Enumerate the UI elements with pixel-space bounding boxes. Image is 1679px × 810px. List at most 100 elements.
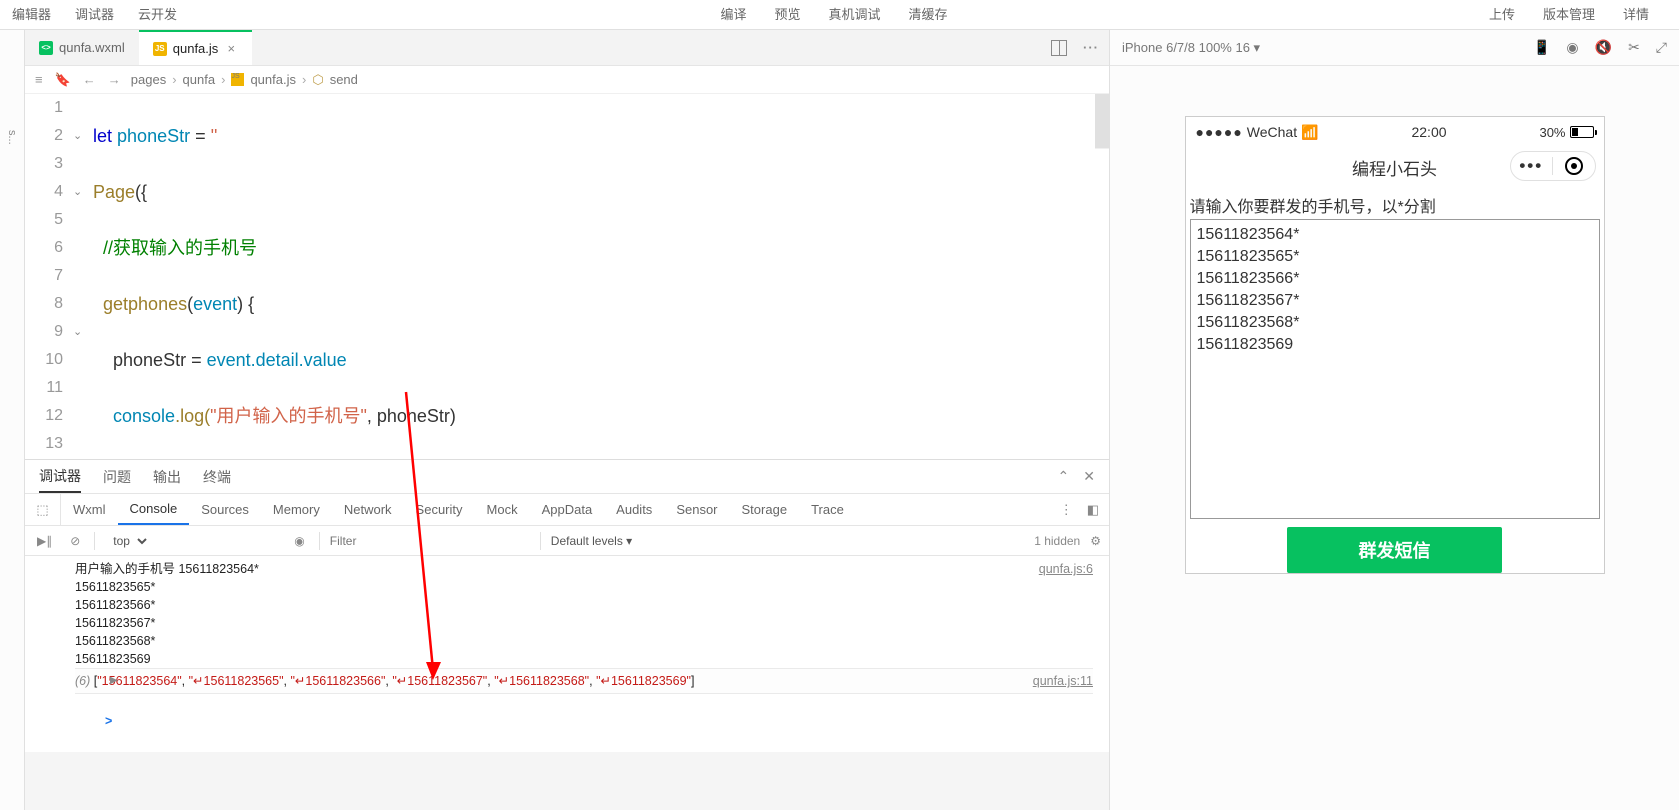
nav-forward-icon[interactable]: → <box>108 72 121 87</box>
cut-icon[interactable]: ✂ <box>1628 39 1640 56</box>
devtab-console[interactable]: Console <box>118 494 190 525</box>
devtab-wxml[interactable]: Wxml <box>61 494 118 525</box>
capsule-menu-button[interactable]: ••• <box>1511 156 1553 176</box>
console-toolbar: ▶∥ ⊘ top ◉ Default levels ▾ 1 hidden ⚙ <box>25 526 1109 556</box>
tab-output[interactable]: 输出 <box>153 460 181 493</box>
console-body[interactable]: qunfa.js:6 用户输入的手机号 15611823564* 1561182… <box>25 556 1109 752</box>
editor-column: <> qunfa.wxml JS qunfa.js × ··· ≡ 🔖 ← <box>25 30 1109 810</box>
tab-problems[interactable]: 问题 <box>103 460 131 493</box>
top-right-group: 上传 版本管理 详情 <box>1479 0 1679 29</box>
breadcrumb-pages[interactable]: pages <box>131 72 166 87</box>
gear-icon[interactable]: ⚙ <box>1090 534 1101 548</box>
left-sidebar[interactable]: s... <box>0 30 25 810</box>
console-log-line: 15611823569 <box>75 650 1093 668</box>
top-center-group: 编译 预览 真机调试 清缓存 <box>189 0 1479 29</box>
devtools-tabs: ⬚ Wxml Console Sources Memory Network Se… <box>25 494 1109 526</box>
action-clear-cache[interactable]: 清缓存 <box>899 0 958 30</box>
capsule-close-button[interactable] <box>1553 157 1595 175</box>
action-version[interactable]: 版本管理 <box>1533 0 1605 30</box>
devtab-security[interactable]: Security <box>404 494 475 525</box>
navigation-bar: 编程小石头 ••• <box>1186 147 1604 187</box>
action-preview[interactable]: 预览 <box>764 0 810 30</box>
bookmark-icon[interactable]: 🔖 <box>55 72 71 88</box>
context-select[interactable]: top <box>105 531 150 551</box>
expand-icon[interactable]: ⤢ <box>1656 39 1667 56</box>
nav-title: 编程小石头 <box>1352 155 1437 180</box>
action-upload[interactable]: 上传 <box>1479 0 1525 30</box>
record-icon[interactable]: ◉ <box>1566 39 1578 56</box>
js-file-icon: JS <box>231 73 244 86</box>
main-area: s... <> qunfa.wxml JS qunfa.js × ··· <box>0 30 1679 810</box>
mute-icon[interactable]: 🔇 <box>1595 39 1612 56</box>
menu-editor[interactable]: 编辑器 <box>0 0 63 30</box>
breadcrumb-separator: › <box>302 72 306 87</box>
tab-terminal[interactable]: 终端 <box>203 460 231 493</box>
battery-percent: 30% <box>1539 125 1565 140</box>
console-log-line: 用户输入的手机号 15611823564* <box>75 560 1093 578</box>
bulk-send-button[interactable]: 群发短信 <box>1287 527 1502 573</box>
top-toolbar: 编辑器 调试器 云开发 编译 预览 真机调试 清缓存 上传 版本管理 详情 <box>0 0 1679 30</box>
code-editor[interactable]: 12345678910111213 ⌄⌄⌄ let phoneStr = '' … <box>25 94 1109 459</box>
battery-icon <box>1570 126 1594 138</box>
console-array-line[interactable]: ▶ qunfa.js:11 (6) ["15611823564", "↵1561… <box>75 668 1093 694</box>
devtab-network[interactable]: Network <box>332 494 404 525</box>
breadcrumb-icons: ≡ 🔖 ← → <box>35 72 121 88</box>
top-left-group: 编辑器 调试器 云开发 <box>0 0 189 29</box>
tab-debugger[interactable]: 调试器 <box>39 460 81 493</box>
clear-console-icon[interactable]: ⊘ <box>66 534 84 548</box>
devtab-audits[interactable]: Audits <box>604 494 664 525</box>
console-log-line: 15611823566* <box>75 596 1093 614</box>
devtools-dock-icon[interactable]: ◧ <box>1087 502 1099 518</box>
tab-label: qunfa.wxml <box>59 40 125 55</box>
list-icon[interactable]: ≡ <box>35 72 43 87</box>
inspect-element-icon[interactable]: ⬚ <box>25 494 61 525</box>
phone-textarea[interactable]: 15611823564* 15611823565* 15611823566* 1… <box>1190 219 1600 519</box>
carrier-label: WeChat <box>1247 124 1297 140</box>
devtab-storage[interactable]: Storage <box>730 494 800 525</box>
minimap-scrollbar[interactable] <box>1095 94 1109 459</box>
breadcrumb-qunfa[interactable]: qunfa <box>183 72 216 87</box>
breadcrumb-bar: ≡ 🔖 ← → pages › qunfa › JS qunfa.js › ⬡ … <box>25 66 1109 94</box>
more-actions-icon[interactable]: ··· <box>1083 40 1099 55</box>
tab-qunfa-js[interactable]: JS qunfa.js × <box>139 30 253 65</box>
device-frame-icon[interactable]: 📱 <box>1533 39 1550 56</box>
filter-input[interactable] <box>330 534 530 548</box>
devtab-sources[interactable]: Sources <box>189 494 261 525</box>
close-icon[interactable]: × <box>224 42 238 56</box>
log-levels-select[interactable]: Default levels ▾ <box>551 534 632 548</box>
log-source-link[interactable]: qunfa.js:6 <box>1039 560 1093 578</box>
split-editor-icon[interactable] <box>1051 40 1067 56</box>
devtools-kebab-icon[interactable]: ⋮ <box>1060 502 1073 518</box>
log-source-link[interactable]: qunfa.js:11 <box>1033 672 1093 690</box>
console-log-line: 15611823568* <box>75 632 1093 650</box>
eye-icon[interactable]: ◉ <box>290 534 308 548</box>
nav-back-icon[interactable]: ← <box>83 72 96 87</box>
breadcrumb-symbol[interactable]: send <box>330 72 358 87</box>
breadcrumb-file[interactable]: qunfa.js <box>250 72 296 87</box>
tabs-right-actions: ··· <box>1051 40 1109 56</box>
app-root: 编辑器 调试器 云开发 编译 预览 真机调试 清缓存 上传 版本管理 详情 s.… <box>0 0 1679 810</box>
devtab-sensor[interactable]: Sensor <box>664 494 729 525</box>
tab-qunfa-wxml[interactable]: <> qunfa.wxml <box>25 30 139 65</box>
console-sidebar-icon[interactable]: ▶∥ <box>33 534 56 548</box>
js-file-icon: JS <box>153 42 167 56</box>
menu-cloud-dev[interactable]: 云开发 <box>126 0 189 30</box>
menu-debugger[interactable]: 调试器 <box>63 0 126 30</box>
expand-triangle-icon[interactable]: ▶ <box>110 672 118 690</box>
signal-icon: ●●●●● <box>1196 124 1243 140</box>
action-remote-debug[interactable]: 真机调试 <box>819 0 891 30</box>
status-bar: ●●●●● WeChat 📶 22:00 30% <box>1186 117 1604 147</box>
close-icon[interactable]: ✕ <box>1083 468 1095 485</box>
devtab-appdata[interactable]: AppData <box>530 494 605 525</box>
code-content[interactable]: let phoneStr = '' Page({ //获取输入的手机号 getp… <box>93 94 1109 459</box>
action-details[interactable]: 详情 <box>1613 0 1659 30</box>
status-time: 22:00 <box>1319 124 1540 140</box>
action-compile[interactable]: 编译 <box>710 0 756 30</box>
left-sidebar-label: s... <box>6 130 18 145</box>
chevron-up-icon[interactable]: ⌃ <box>1058 468 1070 485</box>
devtab-memory[interactable]: Memory <box>261 494 332 525</box>
hidden-count: 1 hidden <box>1034 534 1080 548</box>
devtab-trace[interactable]: Trace <box>799 494 856 525</box>
device-select[interactable]: iPhone 6/7/8 100% 16 ▾ <box>1122 40 1260 56</box>
devtab-mock[interactable]: Mock <box>475 494 530 525</box>
